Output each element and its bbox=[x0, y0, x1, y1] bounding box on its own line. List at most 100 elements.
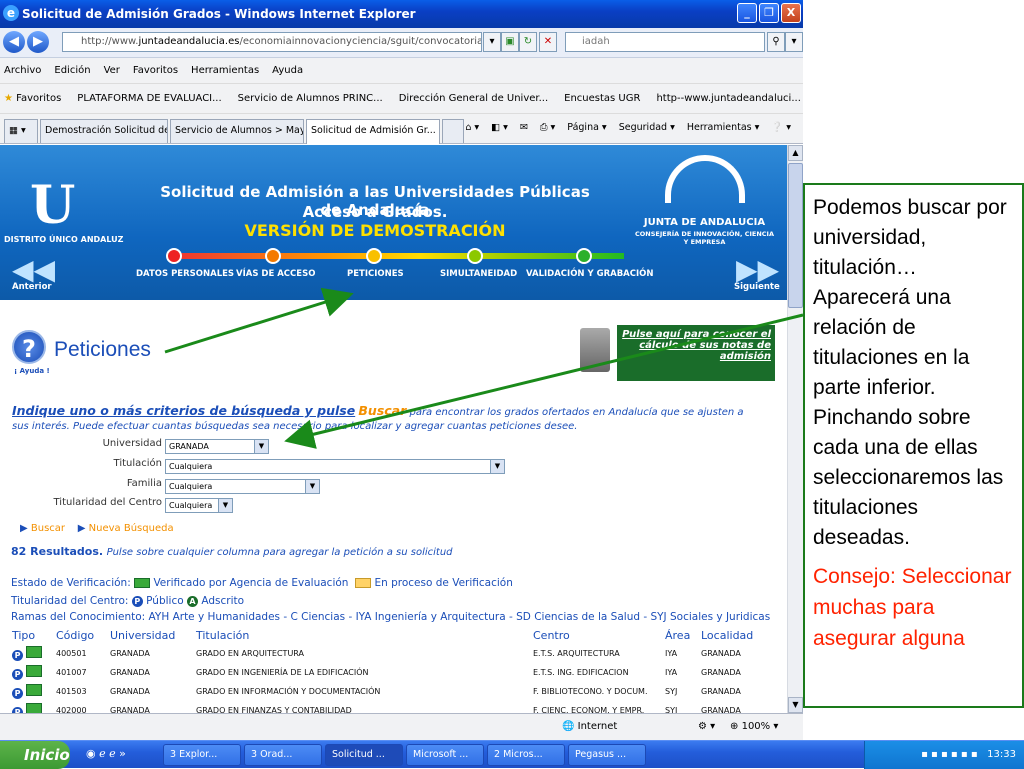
scroll-down-icon[interactable]: ▼ bbox=[788, 697, 803, 713]
help-label[interactable]: ¡ Ayuda ! bbox=[14, 367, 50, 375]
menu-archivo[interactable]: Archivo bbox=[4, 65, 41, 76]
url-field[interactable]: http://www.juntadeandalucia.es/economiai… bbox=[62, 32, 482, 52]
taskbar-explorer[interactable]: 3 Explor... bbox=[163, 744, 241, 766]
cell-localidad[interactable]: GRANADA bbox=[697, 701, 767, 713]
col-centro[interactable]: Centro bbox=[529, 627, 661, 644]
cell-universidad[interactable]: GRANADA bbox=[106, 682, 192, 701]
quicklaunch-icons[interactable]: ◉ ℯ ℯ » bbox=[86, 747, 126, 760]
fav-item-2[interactable]: Servicio de Alumnos PRINC... bbox=[238, 93, 383, 104]
back-button[interactable]: ◀ bbox=[3, 31, 25, 53]
step-datos-personales[interactable]: DATOS PERSONALES bbox=[136, 269, 234, 279]
cell-codigo[interactable]: 400501 bbox=[52, 644, 106, 663]
mail-icon[interactable]: ✉ bbox=[520, 122, 528, 133]
step-simultaneidad[interactable]: SIMULTANEIDAD bbox=[440, 269, 517, 279]
fav-item-5[interactable]: http--www.juntadeandaluci... bbox=[656, 93, 800, 104]
col-universidad[interactable]: Universidad bbox=[106, 627, 192, 644]
cell-titulacion[interactable]: GRADO EN FINANZAS Y CONTABILIDAD bbox=[192, 701, 529, 713]
menu-ver[interactable]: Ver bbox=[104, 65, 120, 76]
cell-localidad[interactable]: GRANADA bbox=[697, 644, 767, 663]
col-localidad[interactable]: Localidad bbox=[697, 627, 767, 644]
step-vias-acceso[interactable]: VÍAS DE ACCESO bbox=[236, 269, 315, 279]
cell-area[interactable]: SYJ bbox=[661, 682, 697, 701]
menu-ayuda[interactable]: Ayuda bbox=[272, 65, 303, 76]
taskbar-word[interactable]: 2 Micros... bbox=[487, 744, 565, 766]
feeds-icon[interactable]: ◧ ▾ bbox=[491, 122, 508, 133]
forward-button[interactable]: ▶ bbox=[27, 31, 49, 53]
tab-demostracion[interactable]: Demostración Solicitud de A... bbox=[40, 119, 168, 143]
home-icon[interactable]: ⌂ ▾ bbox=[465, 122, 479, 133]
titularidad-select[interactable]: Cualquiera ▼ bbox=[165, 498, 233, 513]
tray-icons[interactable]: ▪ ▪ ▪ ▪ ▪ ▪ bbox=[921, 749, 978, 760]
vertical-scrollbar[interactable]: ▲ ▼ bbox=[787, 145, 803, 713]
cell-codigo[interactable]: 401503 bbox=[52, 682, 106, 701]
cell-localidad[interactable]: GRANADA bbox=[697, 663, 767, 682]
col-titulacion[interactable]: Titulación bbox=[192, 627, 529, 644]
calc-notes-link[interactable]: Pulse aquí para conocer el cálculo de su… bbox=[617, 325, 775, 381]
table-row[interactable]: P 401007 GRANADA GRADO EN INGENIERÍA DE … bbox=[8, 663, 767, 682]
cell-titulacion[interactable]: GRADO EN INFORMACIÓN Y DOCUMENTACIÓN bbox=[192, 682, 529, 701]
stop-icon[interactable]: ✕ bbox=[539, 32, 557, 52]
scroll-up-icon[interactable]: ▲ bbox=[788, 145, 803, 161]
tools-menu[interactable]: Herramientas ▾ bbox=[687, 122, 760, 133]
table-row[interactable]: P 402000 GRANADA GRADO EN FINANZAS Y CON… bbox=[8, 701, 767, 713]
cell-centro[interactable]: E.T.S. ARQUITECTURA bbox=[529, 644, 661, 663]
quick-tabs-icon[interactable]: ▦ ▾ bbox=[4, 119, 38, 143]
start-button[interactable]: Inicio bbox=[0, 741, 70, 769]
cell-codigo[interactable]: 401007 bbox=[52, 663, 106, 682]
tab-solicitud[interactable]: Solicitud de Admisión Gr... X bbox=[306, 119, 440, 144]
titulacion-select[interactable]: Cualquiera ▼ bbox=[165, 459, 505, 474]
fav-item-4[interactable]: Encuestas UGR bbox=[564, 93, 640, 104]
cell-codigo[interactable]: 402000 bbox=[52, 701, 106, 713]
fav-item-1[interactable]: PLATAFORMA DE EVALUACI... bbox=[77, 93, 221, 104]
url-dropdown-icon[interactable]: ▾ bbox=[483, 32, 501, 52]
help-icon[interactable]: ❔ ▾ bbox=[771, 122, 791, 133]
cell-centro[interactable]: F. BIBLIOTECONO. Y DOCUM. bbox=[529, 682, 661, 701]
col-tipo[interactable]: Tipo bbox=[8, 627, 52, 644]
scroll-thumb[interactable] bbox=[788, 163, 803, 308]
search-input[interactable]: iadah bbox=[565, 32, 765, 52]
step-peticiones[interactable]: PETICIONES bbox=[347, 269, 404, 279]
fav-item-3[interactable]: Dirección General de Univer... bbox=[399, 93, 548, 104]
cell-area[interactable]: IYA bbox=[661, 663, 697, 682]
cell-centro[interactable]: F. CIENC. ECONOM. Y EMPR. bbox=[529, 701, 661, 713]
search-button[interactable]: ▶ Buscar bbox=[20, 523, 65, 534]
help-question-icon[interactable]: ? bbox=[12, 330, 46, 364]
compat-icon[interactable]: ▣ bbox=[501, 32, 519, 52]
universidad-select[interactable]: GRANADA ▼ bbox=[165, 439, 269, 454]
page-menu[interactable]: Página ▾ bbox=[567, 122, 606, 133]
close-button[interactable]: X bbox=[781, 3, 801, 23]
table-row[interactable]: P 401503 GRANADA GRADO EN INFORMACIÓN Y … bbox=[8, 682, 767, 701]
restore-button[interactable]: ❐ bbox=[759, 3, 779, 23]
cell-centro[interactable]: E.T.S. ING. EDIFICACION bbox=[529, 663, 661, 682]
refresh-icon[interactable]: ↻ bbox=[519, 32, 537, 52]
security-menu[interactable]: Seguridad ▾ bbox=[619, 122, 675, 133]
cell-universidad[interactable]: GRANADA bbox=[106, 663, 192, 682]
step-validacion[interactable]: VALIDACIÓN Y GRABACIÓN bbox=[526, 269, 654, 279]
prev-label[interactable]: Anterior bbox=[12, 282, 52, 292]
cell-universidad[interactable]: GRANADA bbox=[106, 644, 192, 663]
print-icon[interactable]: ⎙ ▾ bbox=[540, 122, 555, 133]
menu-edicion[interactable]: Edición bbox=[54, 65, 90, 76]
search-options-icon[interactable]: ▾ bbox=[785, 32, 803, 52]
new-tab-button[interactable] bbox=[442, 119, 464, 143]
menu-favoritos[interactable]: Favoritos bbox=[133, 65, 178, 76]
clock[interactable]: 13:33 bbox=[987, 749, 1016, 760]
cell-area[interactable]: IYA bbox=[661, 644, 697, 663]
tab-servicio-alumnos[interactable]: Servicio de Alumnos > May... bbox=[170, 119, 304, 143]
taskbar-microsoft[interactable]: Microsoft ... bbox=[406, 744, 484, 766]
new-search-button[interactable]: ▶ Nueva Búsqueda bbox=[78, 523, 174, 534]
taskbar-solicitud[interactable]: Solicitud ... bbox=[325, 744, 403, 766]
table-row[interactable]: P 400501 GRANADA GRADO EN ARQUITECTURA E… bbox=[8, 644, 767, 663]
col-codigo[interactable]: Código bbox=[52, 627, 106, 644]
taskbar-pegasus[interactable]: Pegasus ... bbox=[568, 744, 646, 766]
cell-area[interactable]: SYJ bbox=[661, 701, 697, 713]
minimize-button[interactable]: _ bbox=[737, 3, 757, 23]
favorites-button[interactable]: ★ Favoritos bbox=[4, 93, 61, 104]
menu-herramientas[interactable]: Herramientas bbox=[191, 65, 259, 76]
protected-mode-icon[interactable]: ⚙ ▾ bbox=[698, 721, 715, 732]
cell-localidad[interactable]: GRANADA bbox=[697, 682, 767, 701]
col-area[interactable]: Área bbox=[661, 627, 697, 644]
cell-titulacion[interactable]: GRADO EN INGENIERÍA DE LA EDIFICACIÓN bbox=[192, 663, 529, 682]
cell-universidad[interactable]: GRANADA bbox=[106, 701, 192, 713]
zoom-control[interactable]: ⊕ 100% ▾ bbox=[730, 721, 778, 732]
